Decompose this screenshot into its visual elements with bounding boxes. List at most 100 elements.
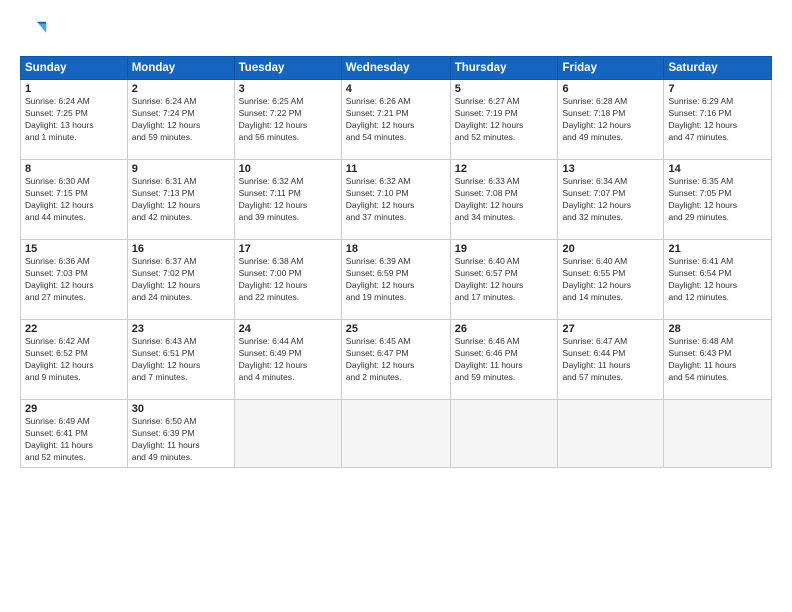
calendar-cell: 12Sunrise: 6:33 AM Sunset: 7:08 PM Dayli…: [450, 160, 558, 240]
day-info: Sunrise: 6:36 AM Sunset: 7:03 PM Dayligh…: [25, 256, 123, 304]
column-header-friday: Friday: [558, 57, 664, 80]
day-info: Sunrise: 6:47 AM Sunset: 6:44 PM Dayligh…: [562, 336, 659, 384]
day-number: 27: [562, 323, 659, 335]
calendar-cell: 28Sunrise: 6:48 AM Sunset: 6:43 PM Dayli…: [664, 320, 772, 400]
day-number: 11: [346, 163, 446, 175]
day-number: 17: [239, 243, 337, 255]
day-number: 18: [346, 243, 446, 255]
logo-icon: [20, 18, 48, 46]
calendar-cell: 29Sunrise: 6:49 AM Sunset: 6:41 PM Dayli…: [21, 400, 128, 468]
day-number: 25: [346, 323, 446, 335]
calendar-cell: 18Sunrise: 6:39 AM Sunset: 6:59 PM Dayli…: [341, 240, 450, 320]
day-info: Sunrise: 6:32 AM Sunset: 7:10 PM Dayligh…: [346, 176, 446, 224]
calendar-cell: 7Sunrise: 6:29 AM Sunset: 7:16 PM Daylig…: [664, 80, 772, 160]
calendar-cell: 27Sunrise: 6:47 AM Sunset: 6:44 PM Dayli…: [558, 320, 664, 400]
calendar-cell: 19Sunrise: 6:40 AM Sunset: 6:57 PM Dayli…: [450, 240, 558, 320]
day-info: Sunrise: 6:35 AM Sunset: 7:05 PM Dayligh…: [668, 176, 767, 224]
calendar-cell: 4Sunrise: 6:26 AM Sunset: 7:21 PM Daylig…: [341, 80, 450, 160]
calendar-cell: 22Sunrise: 6:42 AM Sunset: 6:52 PM Dayli…: [21, 320, 128, 400]
day-info: Sunrise: 6:26 AM Sunset: 7:21 PM Dayligh…: [346, 96, 446, 144]
page: SundayMondayTuesdayWednesdayThursdayFrid…: [0, 0, 792, 612]
calendar-cell: 5Sunrise: 6:27 AM Sunset: 7:19 PM Daylig…: [450, 80, 558, 160]
calendar-cell: 24Sunrise: 6:44 AM Sunset: 6:49 PM Dayli…: [234, 320, 341, 400]
header: [20, 18, 772, 46]
day-number: 23: [132, 323, 230, 335]
day-number: 6: [562, 83, 659, 95]
day-number: 19: [455, 243, 554, 255]
calendar-cell: 11Sunrise: 6:32 AM Sunset: 7:10 PM Dayli…: [341, 160, 450, 240]
day-info: Sunrise: 6:40 AM Sunset: 6:57 PM Dayligh…: [455, 256, 554, 304]
calendar-cell: [234, 400, 341, 468]
logo: [20, 18, 52, 46]
calendar-cell: [664, 400, 772, 468]
day-number: 20: [562, 243, 659, 255]
column-header-thursday: Thursday: [450, 57, 558, 80]
day-info: Sunrise: 6:27 AM Sunset: 7:19 PM Dayligh…: [455, 96, 554, 144]
day-info: Sunrise: 6:33 AM Sunset: 7:08 PM Dayligh…: [455, 176, 554, 224]
day-info: Sunrise: 6:39 AM Sunset: 6:59 PM Dayligh…: [346, 256, 446, 304]
calendar-cell: 10Sunrise: 6:32 AM Sunset: 7:11 PM Dayli…: [234, 160, 341, 240]
calendar-cell: 23Sunrise: 6:43 AM Sunset: 6:51 PM Dayli…: [127, 320, 234, 400]
day-number: 16: [132, 243, 230, 255]
day-number: 15: [25, 243, 123, 255]
day-number: 21: [668, 243, 767, 255]
day-number: 8: [25, 163, 123, 175]
calendar-cell: 9Sunrise: 6:31 AM Sunset: 7:13 PM Daylig…: [127, 160, 234, 240]
calendar-cell: 17Sunrise: 6:38 AM Sunset: 7:00 PM Dayli…: [234, 240, 341, 320]
day-info: Sunrise: 6:48 AM Sunset: 6:43 PM Dayligh…: [668, 336, 767, 384]
calendar-cell: 15Sunrise: 6:36 AM Sunset: 7:03 PM Dayli…: [21, 240, 128, 320]
calendar-week-row: 8Sunrise: 6:30 AM Sunset: 7:15 PM Daylig…: [21, 160, 772, 240]
day-number: 5: [455, 83, 554, 95]
calendar-cell: 21Sunrise: 6:41 AM Sunset: 6:54 PM Dayli…: [664, 240, 772, 320]
day-info: Sunrise: 6:37 AM Sunset: 7:02 PM Dayligh…: [132, 256, 230, 304]
column-header-monday: Monday: [127, 57, 234, 80]
calendar-cell: [450, 400, 558, 468]
day-info: Sunrise: 6:30 AM Sunset: 7:15 PM Dayligh…: [25, 176, 123, 224]
calendar-cell: 13Sunrise: 6:34 AM Sunset: 7:07 PM Dayli…: [558, 160, 664, 240]
calendar-header-row: SundayMondayTuesdayWednesdayThursdayFrid…: [21, 57, 772, 80]
day-info: Sunrise: 6:31 AM Sunset: 7:13 PM Dayligh…: [132, 176, 230, 224]
day-info: Sunrise: 6:41 AM Sunset: 6:54 PM Dayligh…: [668, 256, 767, 304]
day-info: Sunrise: 6:40 AM Sunset: 6:55 PM Dayligh…: [562, 256, 659, 304]
calendar-cell: 30Sunrise: 6:50 AM Sunset: 6:39 PM Dayli…: [127, 400, 234, 468]
column-header-tuesday: Tuesday: [234, 57, 341, 80]
day-number: 4: [346, 83, 446, 95]
day-info: Sunrise: 6:49 AM Sunset: 6:41 PM Dayligh…: [25, 416, 123, 464]
day-number: 10: [239, 163, 337, 175]
day-number: 30: [132, 403, 230, 415]
calendar-cell: 20Sunrise: 6:40 AM Sunset: 6:55 PM Dayli…: [558, 240, 664, 320]
day-number: 14: [668, 163, 767, 175]
day-number: 13: [562, 163, 659, 175]
day-info: Sunrise: 6:50 AM Sunset: 6:39 PM Dayligh…: [132, 416, 230, 464]
day-number: 29: [25, 403, 123, 415]
day-info: Sunrise: 6:45 AM Sunset: 6:47 PM Dayligh…: [346, 336, 446, 384]
calendar-cell: 6Sunrise: 6:28 AM Sunset: 7:18 PM Daylig…: [558, 80, 664, 160]
day-info: Sunrise: 6:43 AM Sunset: 6:51 PM Dayligh…: [132, 336, 230, 384]
day-number: 28: [668, 323, 767, 335]
calendar-cell: [558, 400, 664, 468]
calendar-cell: 2Sunrise: 6:24 AM Sunset: 7:24 PM Daylig…: [127, 80, 234, 160]
day-number: 12: [455, 163, 554, 175]
day-info: Sunrise: 6:25 AM Sunset: 7:22 PM Dayligh…: [239, 96, 337, 144]
day-number: 2: [132, 83, 230, 95]
day-info: Sunrise: 6:24 AM Sunset: 7:25 PM Dayligh…: [25, 96, 123, 144]
calendar-week-row: 29Sunrise: 6:49 AM Sunset: 6:41 PM Dayli…: [21, 400, 772, 468]
calendar-cell: 14Sunrise: 6:35 AM Sunset: 7:05 PM Dayli…: [664, 160, 772, 240]
calendar-cell: 1Sunrise: 6:24 AM Sunset: 7:25 PM Daylig…: [21, 80, 128, 160]
calendar-week-row: 1Sunrise: 6:24 AM Sunset: 7:25 PM Daylig…: [21, 80, 772, 160]
day-number: 1: [25, 83, 123, 95]
calendar-cell: 25Sunrise: 6:45 AM Sunset: 6:47 PM Dayli…: [341, 320, 450, 400]
day-number: 3: [239, 83, 337, 95]
day-info: Sunrise: 6:28 AM Sunset: 7:18 PM Dayligh…: [562, 96, 659, 144]
day-number: 9: [132, 163, 230, 175]
day-number: 26: [455, 323, 554, 335]
day-info: Sunrise: 6:46 AM Sunset: 6:46 PM Dayligh…: [455, 336, 554, 384]
calendar-cell: [341, 400, 450, 468]
day-info: Sunrise: 6:29 AM Sunset: 7:16 PM Dayligh…: [668, 96, 767, 144]
day-info: Sunrise: 6:44 AM Sunset: 6:49 PM Dayligh…: [239, 336, 337, 384]
day-info: Sunrise: 6:24 AM Sunset: 7:24 PM Dayligh…: [132, 96, 230, 144]
calendar-cell: 16Sunrise: 6:37 AM Sunset: 7:02 PM Dayli…: [127, 240, 234, 320]
day-info: Sunrise: 6:42 AM Sunset: 6:52 PM Dayligh…: [25, 336, 123, 384]
calendar-week-row: 22Sunrise: 6:42 AM Sunset: 6:52 PM Dayli…: [21, 320, 772, 400]
day-number: 7: [668, 83, 767, 95]
